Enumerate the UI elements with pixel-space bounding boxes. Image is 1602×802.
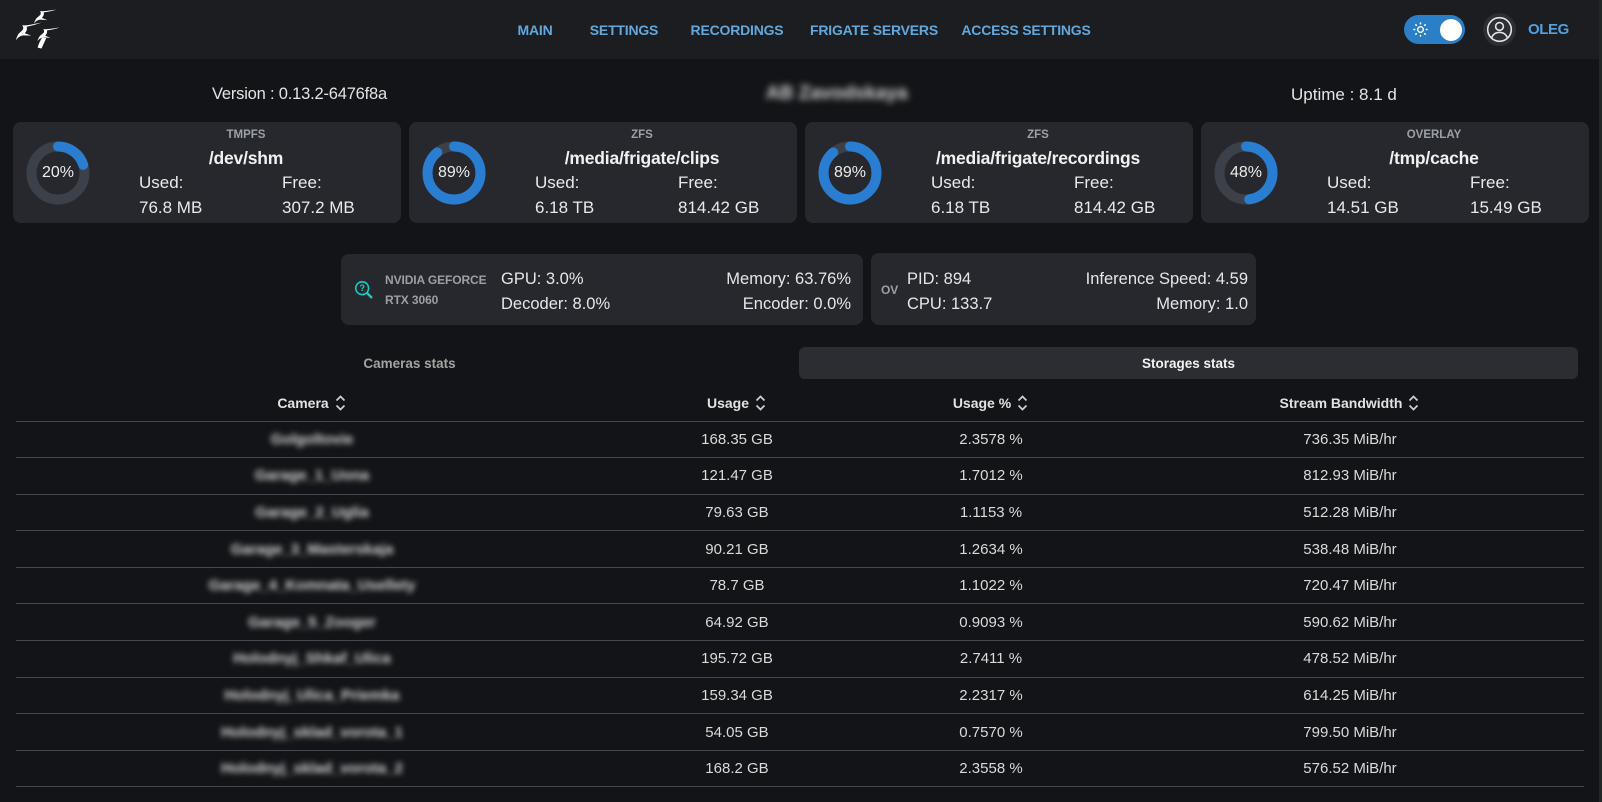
svg-text:?: ? — [359, 283, 365, 293]
